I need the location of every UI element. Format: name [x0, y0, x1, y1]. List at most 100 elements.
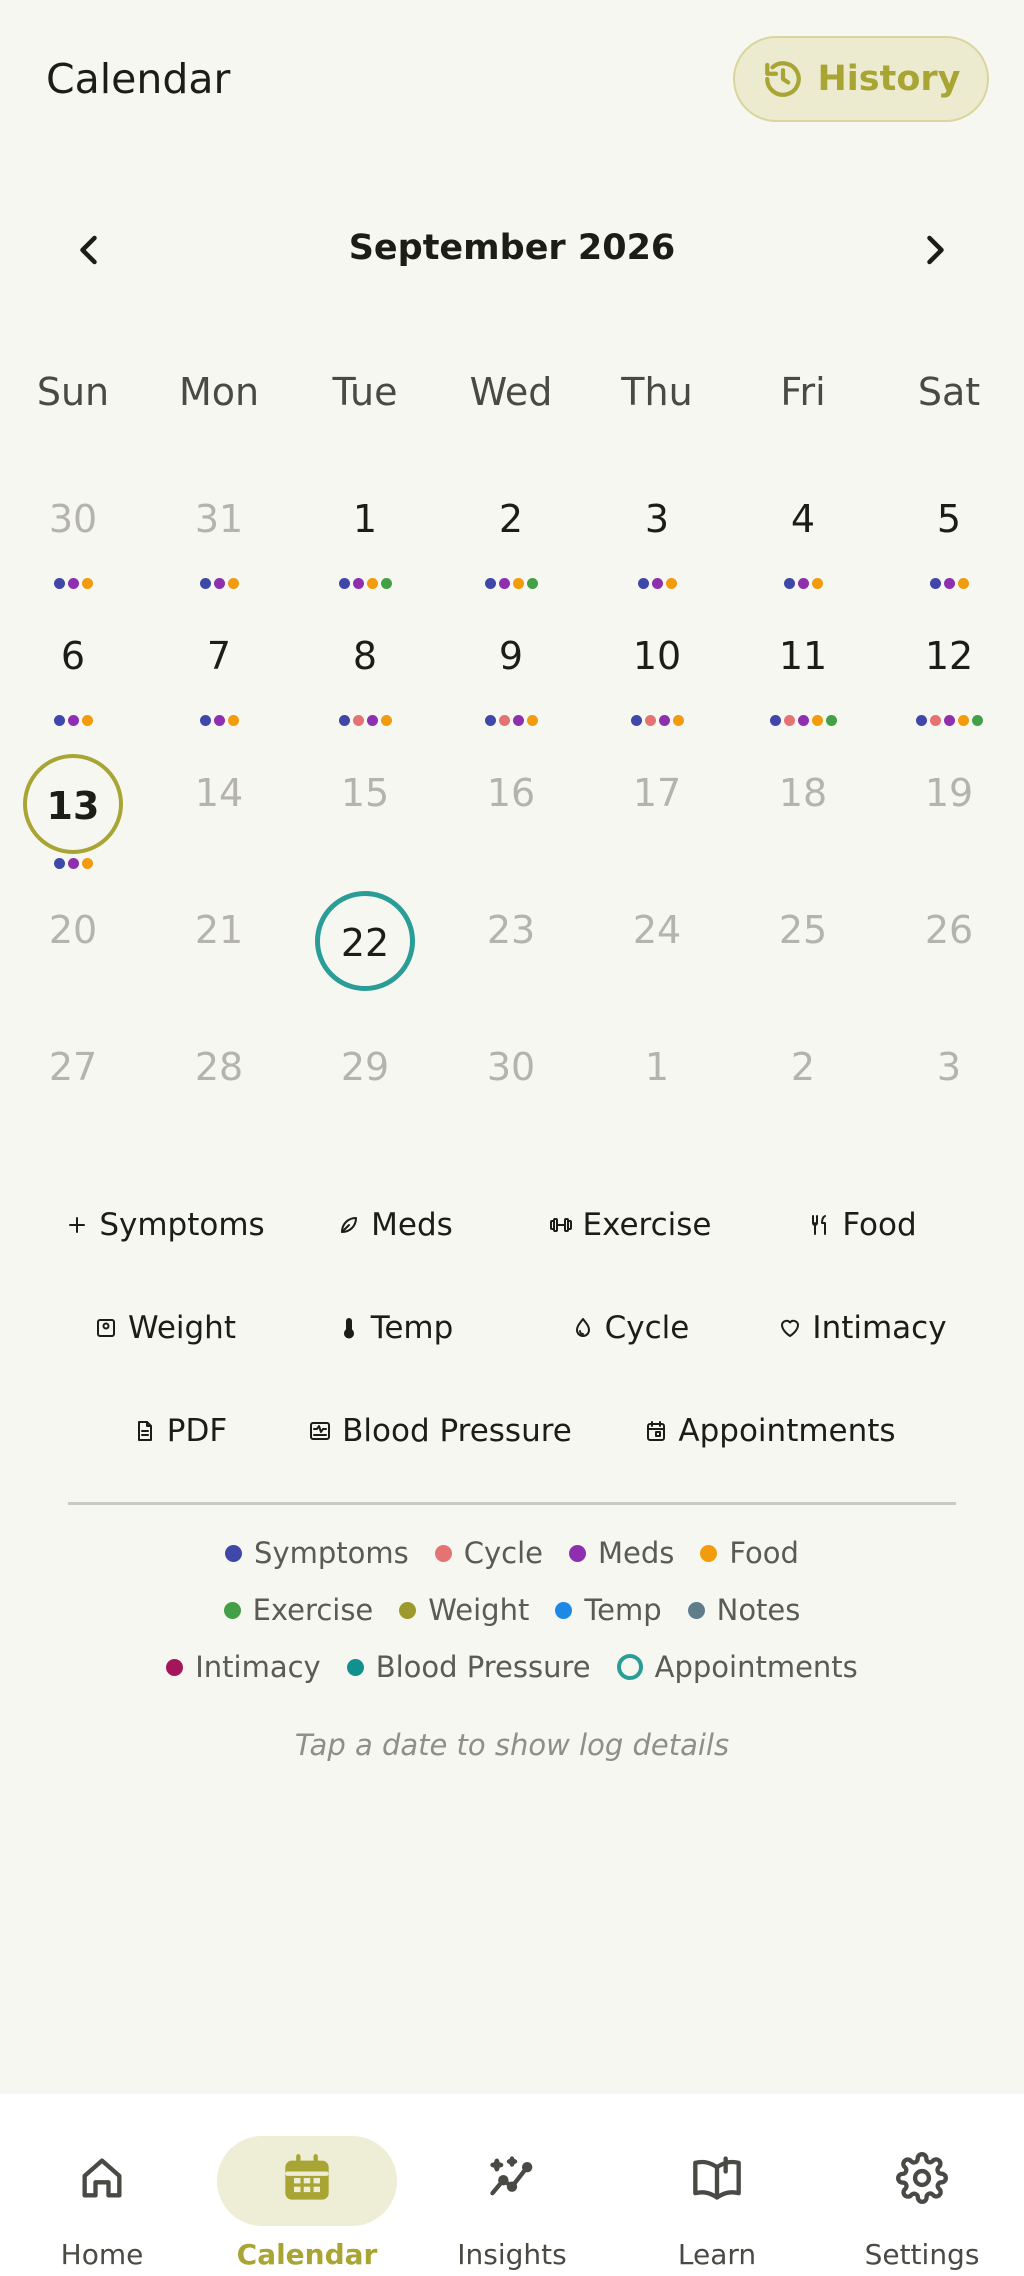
legend-item: Food	[700, 1536, 799, 1570]
calendar-day[interactable]: 11	[730, 617, 876, 753]
calendar-day[interactable]: 9	[438, 617, 584, 753]
nav-label: Calendar	[236, 2238, 378, 2271]
nav-learn[interactable]: Learn	[617, 2114, 817, 2271]
calendar-day[interactable]: 18	[730, 754, 876, 890]
symptoms-dot	[630, 715, 642, 726]
calendar-day[interactable]: 30	[0, 480, 146, 616]
nav-settings[interactable]: Settings	[822, 2114, 1022, 2271]
meds-dot	[943, 715, 955, 726]
nav-home[interactable]: Home	[2, 2114, 202, 2271]
calendar-day[interactable]: 31	[146, 480, 292, 616]
calendar-day[interactable]: 19	[876, 754, 1022, 890]
nav-insights[interactable]: Insights	[412, 2114, 612, 2271]
legend-label: Intimacy	[195, 1650, 321, 1684]
legend-item: Cycle	[434, 1536, 544, 1570]
food-dot	[957, 715, 969, 726]
log-dots	[584, 578, 730, 589]
legend-swatch	[166, 1658, 184, 1676]
calendar-day[interactable]: 28	[146, 1028, 292, 1164]
log-dots	[0, 715, 146, 726]
log-meds-button[interactable]: Meds	[290, 1190, 500, 1260]
day-number: 27	[48, 1045, 98, 1089]
log-blood-pressure-button[interactable]: Blood Pressure	[300, 1396, 580, 1466]
calendar-day[interactable]: 22	[292, 891, 438, 1027]
log-pdf-button[interactable]: PDF	[60, 1396, 300, 1466]
calendar-day[interactable]: 23	[438, 891, 584, 1027]
calendar-day[interactable]: 12	[876, 617, 1022, 753]
exercise-dot	[971, 715, 983, 726]
legend-label: Exercise	[252, 1593, 374, 1627]
calendar-day[interactable]: 2	[730, 1028, 876, 1164]
legend-row: Exercise Weight Temp Notes	[0, 1593, 1024, 1627]
meds-dot	[943, 578, 955, 589]
calendar-day[interactable]: 29	[292, 1028, 438, 1164]
scale-icon	[96, 1319, 115, 1337]
cycle-dot	[352, 715, 364, 726]
symptoms-dot	[484, 578, 496, 589]
food-dot	[526, 715, 538, 726]
calendar-day[interactable]: 6	[0, 617, 146, 753]
calendar-icon	[647, 1421, 666, 1441]
calendar-day[interactable]: 21	[146, 891, 292, 1027]
calendar-day[interactable]: 30	[438, 1028, 584, 1164]
log-cycle-button[interactable]: Cycle	[500, 1293, 760, 1363]
action-label: Exercise	[582, 1207, 712, 1243]
log-temp-button[interactable]: Temp	[290, 1293, 500, 1363]
symptoms-dot	[199, 578, 211, 589]
calendar-day[interactable]: 25	[730, 891, 876, 1027]
nav-calendar[interactable]: Calendar	[207, 2114, 407, 2271]
next-month-button[interactable]	[910, 226, 958, 274]
day-number: 19	[924, 771, 974, 815]
meds-dot	[67, 858, 79, 869]
calendar-day[interactable]: 1	[584, 1028, 730, 1164]
day-number: 22	[340, 921, 390, 965]
symptoms-dot	[484, 715, 496, 726]
exercise-dot	[825, 715, 837, 726]
bottom-navigation: Home Calendar Insights Learn Settings	[0, 2094, 1024, 2276]
calendar-day[interactable]: 5	[876, 480, 1022, 616]
calendar-day[interactable]: 13	[0, 754, 146, 890]
calendar-day[interactable]: 8	[292, 617, 438, 753]
history-button[interactable]: History	[733, 36, 989, 122]
legend-label: Symptoms	[254, 1536, 409, 1570]
legend-row: Intimacy Blood Pressure Appointments	[0, 1650, 1024, 1684]
calendar-day[interactable]: 7	[146, 617, 292, 753]
legend-swatch	[616, 1654, 643, 1680]
log-exercise-button[interactable]: Exercise	[500, 1190, 760, 1260]
log-dots	[292, 578, 438, 589]
weekday-label: Thu	[621, 370, 693, 414]
log-appointments-button[interactable]: Appointments	[620, 1396, 920, 1466]
calendar-day[interactable]: 15	[292, 754, 438, 890]
calendar-day[interactable]: 2	[438, 480, 584, 616]
home-icon	[82, 2158, 122, 2198]
log-symptoms-button[interactable]: Symptoms	[40, 1190, 290, 1260]
log-intimacy-button[interactable]: Intimacy	[760, 1293, 965, 1363]
calendar-day[interactable]: 14	[146, 754, 292, 890]
calendar-day[interactable]: 3	[584, 480, 730, 616]
action-label: Symptoms	[99, 1207, 265, 1243]
symptoms-dot	[53, 578, 65, 589]
legend-swatch	[225, 1544, 243, 1562]
day-number: 6	[60, 634, 86, 678]
day-number: 17	[632, 771, 682, 815]
legend-label: Cycle	[463, 1536, 544, 1570]
calendar-day[interactable]: 27	[0, 1028, 146, 1164]
calendar-day[interactable]: 26	[876, 891, 1022, 1027]
day-number: 2	[790, 1045, 816, 1089]
symptoms-dot	[199, 715, 211, 726]
legend-swatch	[687, 1601, 705, 1619]
legend-item: Intimacy	[166, 1650, 321, 1684]
log-weight-button[interactable]: Weight	[40, 1293, 290, 1363]
symptoms-dot	[637, 578, 649, 589]
meds-dot	[658, 715, 670, 726]
calendar-day[interactable]: 20	[0, 891, 146, 1027]
calendar-day[interactable]: 10	[584, 617, 730, 753]
calendar-day[interactable]: 4	[730, 480, 876, 616]
log-food-button[interactable]: Food	[760, 1190, 965, 1260]
food-dot	[81, 858, 93, 869]
calendar-day[interactable]: 16	[438, 754, 584, 890]
calendar-day[interactable]: 3	[876, 1028, 1022, 1164]
calendar-day[interactable]: 24	[584, 891, 730, 1027]
calendar-day[interactable]: 17	[584, 754, 730, 890]
calendar-day[interactable]: 1	[292, 480, 438, 616]
